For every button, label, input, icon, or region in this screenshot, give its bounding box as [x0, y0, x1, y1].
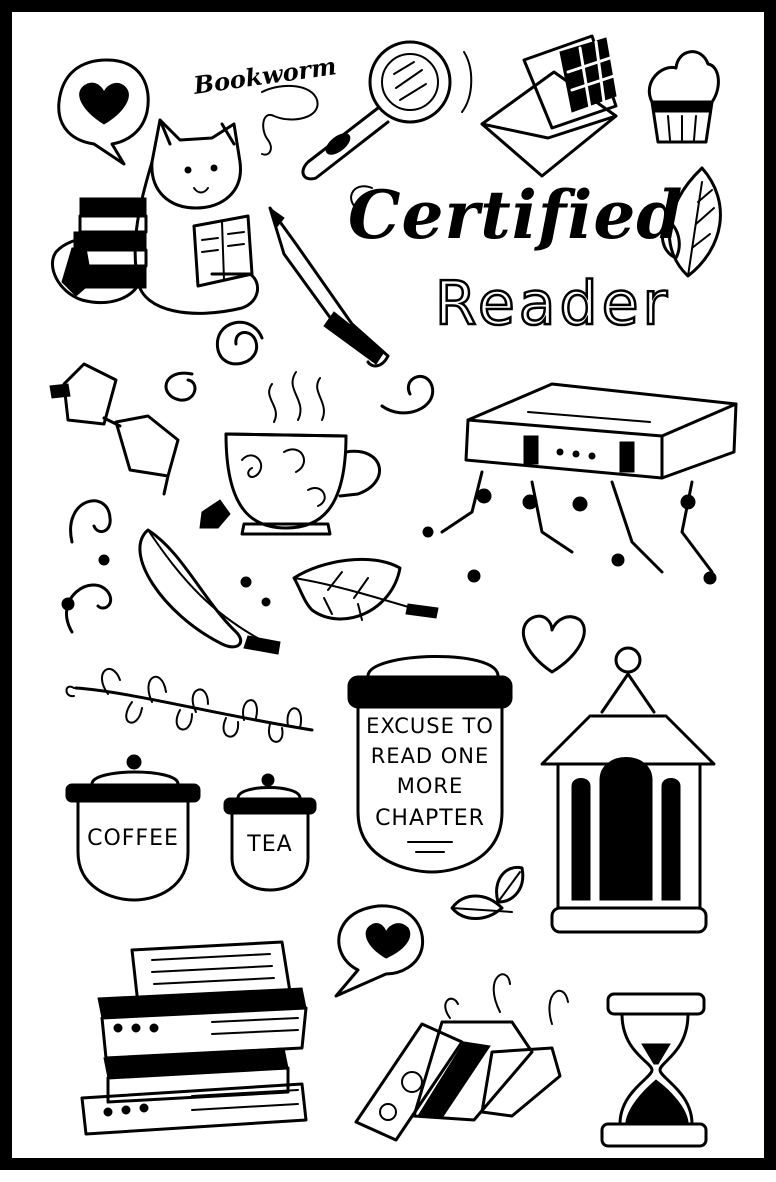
sticker-sheet: Bookworm Certified Reader EXCUSE TO READ…: [0, 0, 776, 1170]
feather-icon: [138, 528, 281, 655]
teacup-icon: [199, 371, 381, 536]
branch-icon: [65, 667, 314, 743]
book-stack-icon: [80, 940, 308, 1136]
envelope-chocolate-icon: [480, 34, 618, 178]
leaf-icon: [292, 557, 439, 621]
headline-reader: Reader: [434, 269, 672, 339]
speech-bubble-heart-icon: [334, 904, 425, 998]
bookworm-swash-icon: [261, 84, 319, 156]
lantern-icon: [540, 646, 716, 934]
speech-bubble-heart-icon: [57, 58, 150, 166]
leaf-icon: [450, 865, 525, 920]
cupcake-icon: [648, 50, 720, 144]
big-jar-line-3: MORE: [396, 774, 464, 798]
heart-icon: [521, 614, 586, 674]
big-jar-line-4: CHAPTER: [375, 806, 485, 831]
glasses-icon: [49, 362, 180, 496]
big-jar-line-2: READ ONE: [370, 744, 490, 768]
tea-jar-label: TEA: [247, 832, 293, 857]
swirl-icon: [164, 320, 435, 415]
coffee-jar-label: COFFEE: [87, 826, 179, 851]
bookmark-tags-icon: [354, 973, 569, 1142]
swirl-icon: [61, 499, 113, 634]
headline-certified: Certified: [348, 176, 684, 254]
hourglass-icon: [600, 992, 708, 1148]
big-jar-line-1: EXCUSE TO: [366, 714, 494, 738]
book-with-tassels-icon: [422, 382, 738, 585]
